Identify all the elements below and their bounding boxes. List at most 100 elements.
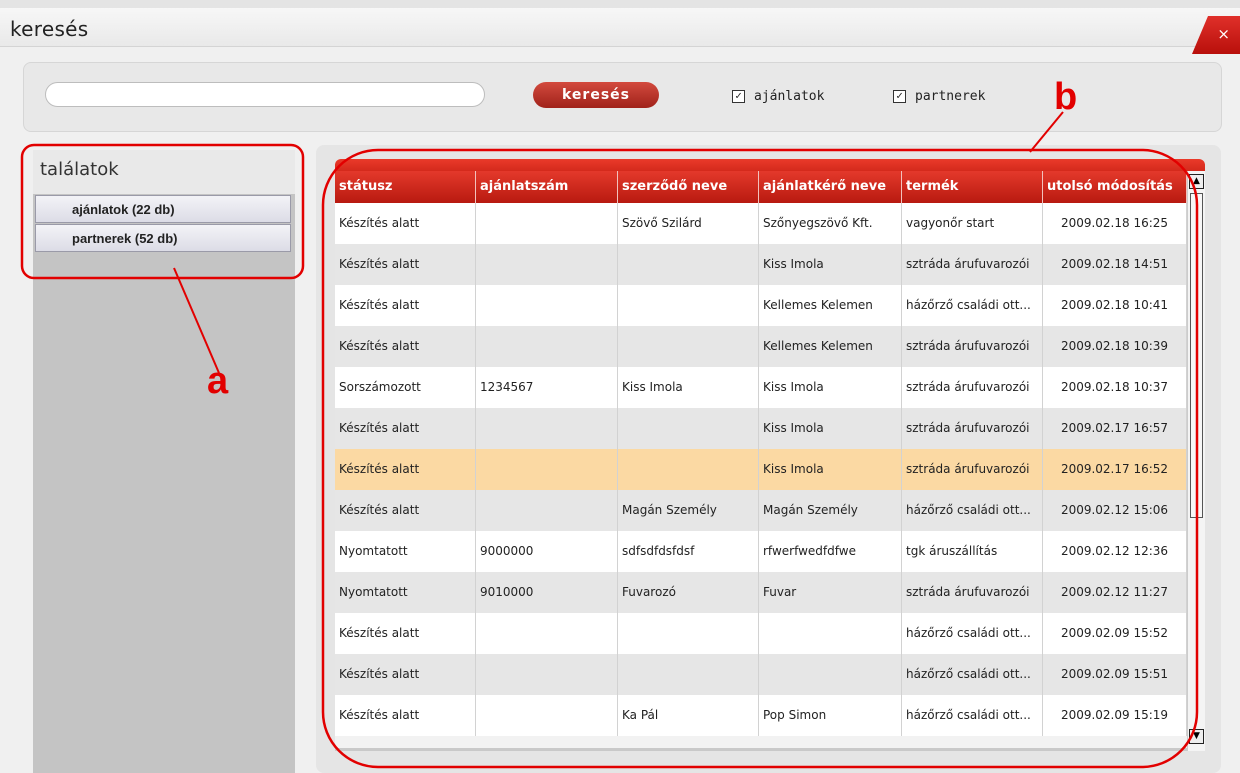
table-row[interactable]: Készítés alatt Kiss Imola sztráda árufuvar…	[335, 408, 1187, 449]
checkbox-offers[interactable]: ✓ ajánlatok	[732, 89, 824, 104]
cell-offer-number: 9010000	[476, 572, 618, 613]
table-row[interactable]: Készítés alatt Kellemes Kelemen sztráda ár…	[335, 326, 1187, 367]
cell-last-modified: 2009.02.18 16:25	[1043, 203, 1187, 244]
table-row[interactable]: Készítés alatt Kellemes Kelemen házőrző cs…	[335, 285, 1187, 326]
cell-product: sztráda árufuvarozói	[902, 449, 1043, 490]
cell-last-modified: 2009.02.09 15:52	[1043, 613, 1187, 654]
result-item-partners[interactable]: partnerek (52 db)	[35, 224, 291, 252]
search-panel: keresés ✓ ajánlatok ✓ partnerek	[23, 62, 1222, 132]
cell-requester-name: Fuvar	[759, 572, 902, 613]
cell-last-modified: 2009.02.18 14:51	[1043, 244, 1187, 285]
cell-contractor-name	[618, 408, 759, 449]
cell-requester-name: Kiss Imola	[759, 244, 902, 285]
checkbox-partners-box[interactable]: ✓	[893, 90, 906, 103]
column-header-requester-name[interactable]: ajánlatkérő neve	[759, 171, 902, 203]
grid-bottom-edge	[335, 748, 1187, 751]
checkbox-offers-label: ajánlatok	[754, 89, 825, 104]
checkbox-partners[interactable]: ✓ partnerek	[893, 89, 985, 104]
checkbox-offers-box[interactable]: ✓	[732, 90, 745, 103]
grid-header: státusz ajánlatszám szerződő neve ajánla…	[335, 171, 1187, 203]
column-header-last-modified[interactable]: utolsó módosítás	[1043, 171, 1187, 203]
cell-contractor-name: Fuvarozó	[618, 572, 759, 613]
cell-product: sztráda árufuvarozói	[902, 408, 1043, 449]
cell-last-modified: 2009.02.09 15:51	[1043, 654, 1187, 695]
cell-product: házőrző családi ott...	[902, 695, 1043, 736]
column-header-offer-number[interactable]: ajánlatszám	[476, 171, 618, 203]
table-row[interactable]: Készítés alatt házőrző családi ott... 2009…	[335, 654, 1187, 695]
table-row[interactable]: Készítés alatt házőrző családi ott... 2009…	[335, 613, 1187, 654]
table-row[interactable]: Készítés alatt Szövő Szilárd Szőnyegszövő …	[335, 203, 1187, 244]
cell-offer-number	[476, 695, 618, 736]
cell-offer-number	[476, 654, 618, 695]
cell-product: sztráda árufuvarozói	[902, 244, 1043, 285]
table-row[interactable]: Készítés alatt Ka Pál Pop Simon házőrző csa…	[335, 695, 1187, 736]
window-title: keresés	[10, 17, 89, 41]
annotation-label-a: a	[207, 360, 229, 402]
results-grid: státusz ajánlatszám szerződő neve ajánla…	[335, 159, 1205, 751]
close-icon[interactable]: ×	[1217, 25, 1230, 43]
cell-last-modified: 2009.02.09 15:19	[1043, 695, 1187, 736]
search-input[interactable]	[45, 82, 485, 107]
cell-contractor-name	[618, 654, 759, 695]
cell-requester-name	[759, 654, 902, 695]
cell-status: Sorszámozott	[335, 367, 476, 408]
cell-offer-number	[476, 449, 618, 490]
table-row[interactable]: Nyomtatott 9000000 sdfsdfdsfdsf rfwerfwedfd…	[335, 531, 1187, 572]
grid-body: Készítés alatt Szövő Szilárd Szőnyegszövő …	[335, 203, 1187, 736]
cell-status: Készítés alatt	[335, 613, 476, 654]
table-row[interactable]: Készítés alatt Kiss Imola sztráda árufuvar…	[335, 244, 1187, 285]
scrollbar-thumb[interactable]	[1190, 193, 1203, 518]
cell-requester-name: Kellemes Kelemen	[759, 285, 902, 326]
column-header-product[interactable]: termék	[902, 171, 1043, 203]
cell-status: Készítés alatt	[335, 408, 476, 449]
table-row[interactable]: Készítés alatt Magán Személy Magán Személy…	[335, 490, 1187, 531]
cell-offer-number	[476, 490, 618, 531]
cell-requester-name: Kiss Imola	[759, 408, 902, 449]
cell-status: Készítés alatt	[335, 654, 476, 695]
cell-contractor-name: Szövő Szilárd	[618, 203, 759, 244]
cell-status: Nyomtatott	[335, 531, 476, 572]
cell-status: Nyomtatott	[335, 572, 476, 613]
cell-product: házőrző családi ott...	[902, 285, 1043, 326]
cell-status: Készítés alatt	[335, 695, 476, 736]
cell-product: házőrző családi ott...	[902, 490, 1043, 531]
column-header-status[interactable]: státusz	[335, 171, 476, 203]
result-item-offers[interactable]: ajánlatok (22 db)	[35, 195, 291, 223]
cell-last-modified: 2009.02.18 10:39	[1043, 326, 1187, 367]
cell-offer-number	[476, 408, 618, 449]
search-button[interactable]: keresés	[533, 82, 659, 108]
cell-offer-number	[476, 244, 618, 285]
scroll-up-icon[interactable]: ▲	[1189, 174, 1204, 189]
cell-requester-name: Kellemes Kelemen	[759, 326, 902, 367]
cell-status: Készítés alatt	[335, 244, 476, 285]
cell-contractor-name	[618, 285, 759, 326]
cell-offer-number	[476, 203, 618, 244]
vertical-scrollbar[interactable]: ▲ ▼	[1187, 171, 1205, 751]
results-title: találatok	[40, 159, 119, 180]
table-row[interactable]: Nyomtatott 9010000 Fuvarozó Fuvar sztráda ár…	[335, 572, 1187, 613]
cell-product: sztráda árufuvarozói	[902, 367, 1043, 408]
table-row[interactable]: Sorszámozott 1234567 Kiss Imola Kiss Imola s…	[335, 367, 1187, 408]
cell-status: Készítés alatt	[335, 326, 476, 367]
cell-requester-name: Pop Simon	[759, 695, 902, 736]
column-header-contractor-name[interactable]: szerződő neve	[618, 171, 759, 203]
cell-product: házőrző családi ott...	[902, 613, 1043, 654]
cell-requester-name: rfwerfwedfdfwe	[759, 531, 902, 572]
cell-product: sztráda árufuvarozói	[902, 572, 1043, 613]
cell-requester-name: Magán Személy	[759, 490, 902, 531]
close-button[interactable]: ×	[1192, 16, 1240, 54]
grid-top-bar	[335, 159, 1205, 171]
cell-requester-name: Kiss Imola	[759, 449, 902, 490]
cell-offer-number	[476, 285, 618, 326]
table-row[interactable]: Készítés alatt Kiss Imola sztráda árufuvar…	[335, 449, 1187, 490]
cell-last-modified: 2009.02.18 10:37	[1043, 367, 1187, 408]
cell-status: Készítés alatt	[335, 449, 476, 490]
cell-last-modified: 2009.02.12 12:36	[1043, 531, 1187, 572]
cell-contractor-name: Magán Személy	[618, 490, 759, 531]
scroll-down-icon[interactable]: ▼	[1189, 729, 1204, 744]
cell-contractor-name	[618, 449, 759, 490]
cell-last-modified: 2009.02.12 15:06	[1043, 490, 1187, 531]
cell-requester-name: Szőnyegszövő Kft.	[759, 203, 902, 244]
cell-contractor-name: Ka Pál	[618, 695, 759, 736]
checkbox-partners-label: partnerek	[915, 89, 986, 104]
